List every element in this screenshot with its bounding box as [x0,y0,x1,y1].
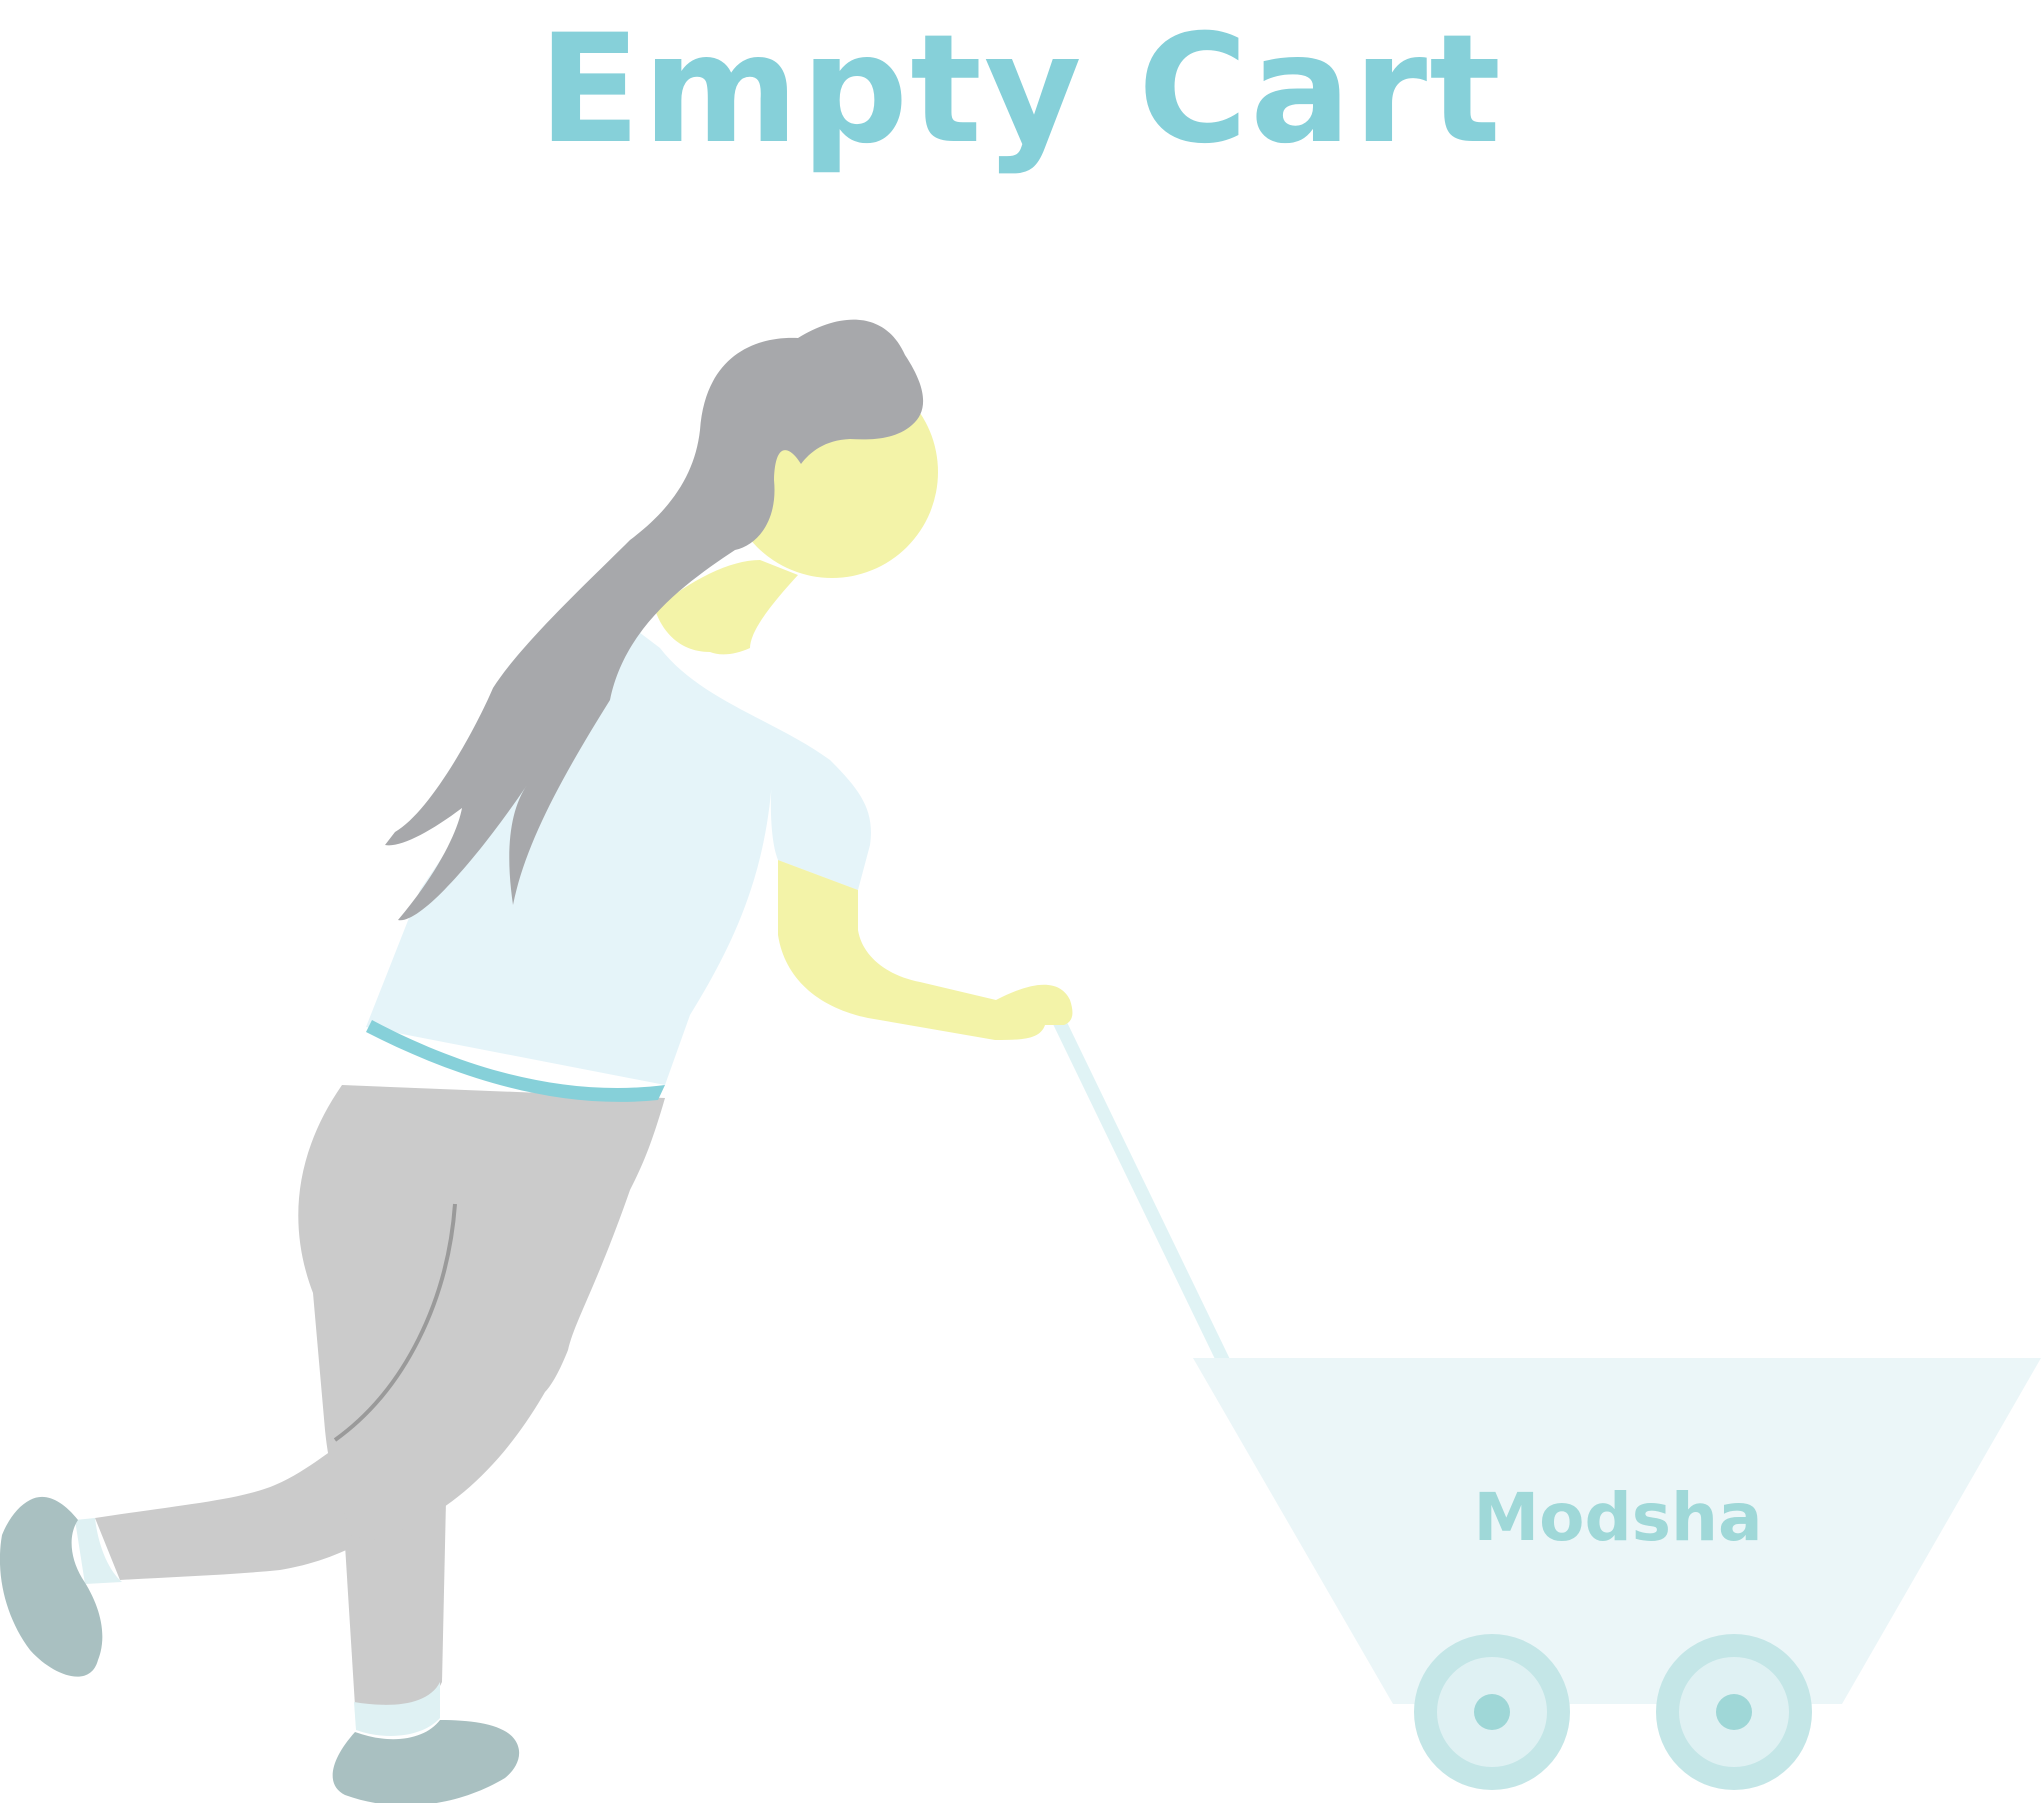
cart-brand-label: Modsha [1473,1479,1762,1556]
front-shoe [332,1720,520,1803]
pants [298,1085,665,1542]
empty-cart-illustration: Modsha [0,319,2041,1803]
cart-wheel-left [1414,1634,1570,1790]
arm [778,860,1073,1040]
cart-handle [1052,1016,1240,1386]
back-leg [95,1440,365,1580]
cart-wheel-right [1656,1634,1812,1790]
shirt [366,610,871,1085]
cart-basket: Modsha [1193,1358,2041,1704]
woman-figure [0,319,1073,1803]
